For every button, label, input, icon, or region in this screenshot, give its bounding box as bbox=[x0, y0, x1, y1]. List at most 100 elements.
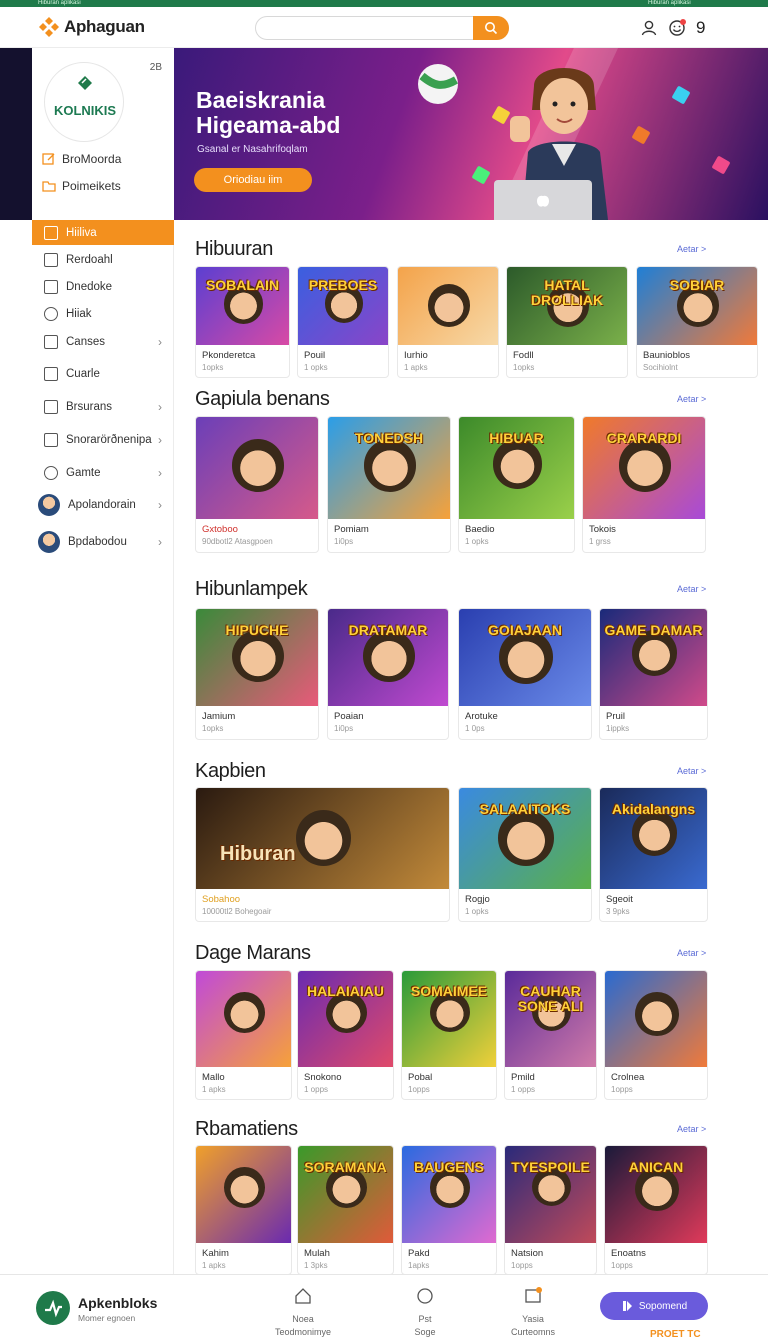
game-meta: Socihiolnt bbox=[643, 363, 678, 372]
game-card[interactable]: GAME DAMAR Pruil 1ippks bbox=[599, 608, 708, 740]
game-card[interactable]: PREBOES Pouil 1 opks bbox=[297, 266, 389, 378]
section-see-all-link[interactable]: Aetar > bbox=[677, 948, 706, 958]
game-name: Pomiam bbox=[334, 524, 369, 535]
game-card[interactable]: ANICAN Enoatns 1opps bbox=[604, 1145, 708, 1275]
search-input[interactable] bbox=[266, 20, 466, 36]
section-see-all-link[interactable]: Aetar > bbox=[677, 1124, 706, 1134]
bottom-tab-post[interactable]: Pst Soge bbox=[380, 1287, 470, 1337]
game-name: Kahim bbox=[202, 1248, 229, 1259]
game-thumbnail[interactable]: GAME DAMAR bbox=[600, 609, 707, 706]
sidebar-item[interactable]: Rerdoahl bbox=[32, 247, 174, 272]
sidebar-item[interactable]: Hiiliva bbox=[32, 220, 174, 245]
sidebar-item[interactable]: Hiiak bbox=[32, 301, 174, 326]
game-thumbnail[interactable]: HALAIAIAU bbox=[298, 971, 393, 1067]
quick-link-2[interactable]: Poimeikets bbox=[42, 179, 121, 193]
game-thumbnail[interactable]: DRATAMAR bbox=[328, 609, 448, 706]
notification-dot bbox=[680, 19, 686, 25]
game-thumbnail[interactable]: Akidalangns bbox=[600, 788, 707, 889]
game-card[interactable]: HIBUAR Baedio 1 opks bbox=[458, 416, 575, 553]
game-thumbnail[interactable]: SOBALAIN bbox=[196, 267, 289, 345]
search-bar bbox=[255, 16, 509, 40]
game-card[interactable]: Iurhio 1 apks bbox=[397, 266, 499, 378]
game-card[interactable]: SOBALAIN Pkonderetca 1opks bbox=[195, 266, 290, 378]
bottom-cta-button[interactable]: Sopomend bbox=[600, 1292, 708, 1320]
sidebar-item[interactable]: Brsurans › bbox=[32, 394, 174, 419]
game-card[interactable]: SOBIAR Baunioblos Socihiolnt bbox=[636, 266, 758, 378]
character-illustration bbox=[499, 630, 553, 684]
game-card[interactable]: HIPUCHE Jamium 1opks bbox=[195, 608, 319, 740]
game-thumbnail[interactable]: TYESPOILE bbox=[505, 1146, 596, 1243]
game-card[interactable]: TONEDSH Pomiam 1i0ps bbox=[327, 416, 451, 553]
game-card[interactable]: Mallo 1 apks bbox=[195, 970, 292, 1100]
game-card[interactable]: CRARARDI Tokois 1 grss bbox=[582, 416, 706, 553]
game-thumbnail[interactable]: SALAAITOKS bbox=[459, 788, 591, 889]
game-thumbnail[interactable] bbox=[196, 971, 291, 1067]
sidebar-item[interactable]: Dnedoke bbox=[32, 274, 174, 299]
app-logo[interactable]: Aphaguan bbox=[38, 16, 145, 38]
game-card[interactable]: HALAIAIAU Snokono 1 opps bbox=[297, 970, 394, 1100]
sidebar-item[interactable]: Snorarörðnenipa › bbox=[32, 427, 174, 452]
header-badge-number[interactable]: 9 bbox=[696, 19, 705, 37]
user-icon[interactable] bbox=[640, 19, 658, 37]
game-card[interactable]: GOIAJAAN Arotuke 1 0ps bbox=[458, 608, 592, 740]
game-thumbnail[interactable]: HIBUAR bbox=[459, 417, 574, 519]
edit-icon bbox=[42, 153, 55, 165]
avatar bbox=[38, 493, 60, 516]
game-thumbnail[interactable]: SORAMANA bbox=[298, 1146, 393, 1243]
game-thumbnail[interactable]: TONEDSH bbox=[328, 417, 450, 519]
bottom-footer-link[interactable]: PROET TC bbox=[650, 1329, 701, 1340]
game-card[interactable]: BAUGENS Pakd 1apks bbox=[401, 1145, 497, 1275]
game-thumbnail[interactable]: HATAL DROLLIAK bbox=[507, 267, 627, 345]
sidebar-item[interactable]: Cuarle bbox=[32, 361, 174, 386]
game-card[interactable]: Akidalangns Sgeoit 3 9pks bbox=[599, 787, 708, 922]
game-card[interactable]: DRATAMAR Poaian 1i0ps bbox=[327, 608, 449, 740]
bottom-tab-home[interactable]: Noea Teodmonimye bbox=[258, 1287, 348, 1337]
bottom-tab-home-label: Noea bbox=[292, 1314, 314, 1324]
sidebar-item[interactable]: Canses › bbox=[32, 329, 174, 354]
game-art-title: GOIAJAAN bbox=[488, 621, 562, 638]
game-card[interactable]: Hiburan Sobahoo 10000tl2 Bohegoair bbox=[195, 787, 450, 922]
bottom-cta-label: Sopomend bbox=[638, 1300, 688, 1312]
section-see-all-link[interactable]: Aetar > bbox=[677, 766, 706, 776]
section-see-all-link[interactable]: Aetar > bbox=[677, 394, 706, 404]
game-art-title: PREBOES bbox=[308, 276, 378, 293]
section-see-all-link[interactable]: Aetar > bbox=[677, 244, 706, 254]
game-thumbnail[interactable]: CAUHAR SONE ALI bbox=[505, 971, 596, 1067]
game-card[interactable]: Gxtoboo 90dbotl2 Atasgpoen bbox=[195, 416, 319, 553]
game-thumbnail[interactable]: BAUGENS bbox=[402, 1146, 496, 1243]
game-thumbnail[interactable]: CRARARDI bbox=[583, 417, 705, 519]
game-thumbnail[interactable] bbox=[196, 1146, 291, 1243]
game-card[interactable]: CAUHAR SONE ALI Pmild 1 opps bbox=[504, 970, 597, 1100]
sidebar-item[interactable]: Gamte › bbox=[32, 460, 174, 485]
bottom-app-logo[interactable] bbox=[36, 1291, 70, 1325]
game-thumbnail[interactable]: ANICAN bbox=[605, 1146, 707, 1243]
game-thumbnail[interactable] bbox=[196, 417, 318, 519]
nav-item-icon bbox=[44, 279, 58, 294]
game-thumbnail[interactable] bbox=[398, 267, 498, 345]
quick-link-1[interactable]: BroMoorda bbox=[42, 152, 121, 166]
game-thumbnail[interactable]: SOMAIMEE bbox=[402, 971, 496, 1067]
game-card[interactable]: Kahim 1 apks bbox=[195, 1145, 292, 1275]
game-card[interactable]: HATAL DROLLIAK Fodll 1opks bbox=[506, 266, 628, 378]
game-card[interactable]: TYESPOILE Natsion 1opps bbox=[504, 1145, 597, 1275]
game-thumbnail[interactable]: GOIAJAAN bbox=[459, 609, 591, 706]
hero-cta-button[interactable]: Oriodiau iim bbox=[194, 168, 312, 192]
game-card[interactable]: SALAAITOKS Rogjo 1 opks bbox=[458, 787, 592, 922]
game-card[interactable]: SORAMANA Mulah 1 3pks bbox=[297, 1145, 394, 1275]
section-see-all-link[interactable]: Aetar > bbox=[677, 584, 706, 594]
game-thumbnail[interactable]: HIPUCHE bbox=[196, 609, 318, 706]
game-card[interactable]: Crolnea 1opps bbox=[604, 970, 708, 1100]
game-thumbnail[interactable] bbox=[605, 971, 707, 1067]
game-name: Snokono bbox=[304, 1072, 342, 1083]
game-thumbnail[interactable]: SOBIAR bbox=[637, 267, 757, 345]
notification-button[interactable] bbox=[668, 19, 686, 37]
game-thumbnail[interactable]: Hiburan bbox=[196, 788, 449, 889]
game-thumbnail[interactable]: PREBOES bbox=[298, 267, 388, 345]
sidebar-item[interactable]: Apolandorain › bbox=[32, 492, 174, 517]
game-card[interactable]: SOMAIMEE Pobal 1opps bbox=[401, 970, 497, 1100]
brand-logo[interactable]: KOLNIKIS bbox=[44, 62, 124, 142]
bottom-tab-customers[interactable]: Yasia Curteomns bbox=[488, 1287, 578, 1337]
hero-banner[interactable]: Baeiskrania Higeama-abd Gsanal er Nasahr… bbox=[174, 48, 768, 220]
search-button[interactable] bbox=[473, 16, 509, 40]
sidebar-item[interactable]: Bpdabodou › bbox=[32, 529, 174, 554]
